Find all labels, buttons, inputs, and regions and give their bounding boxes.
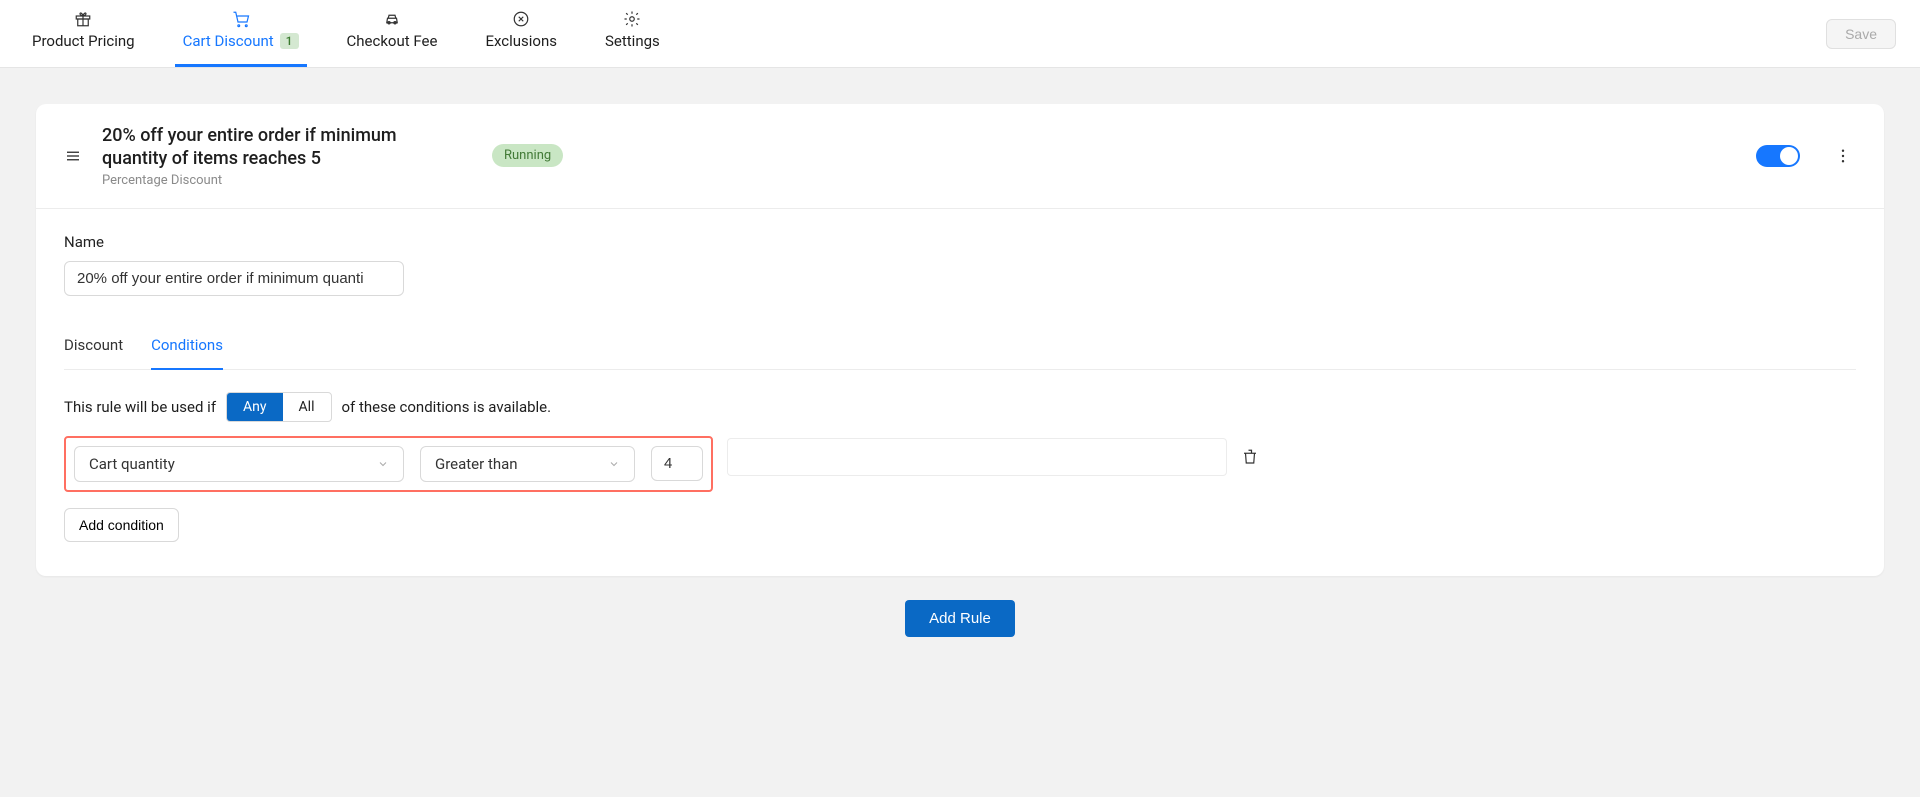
tab-label: Settings bbox=[605, 32, 660, 50]
rule-card: 20% off your entire order if minimum qua… bbox=[36, 104, 1884, 576]
match-mode-segmented: Any All bbox=[226, 392, 331, 422]
match-mode-all[interactable]: All bbox=[283, 393, 331, 421]
condition-operator-value: Greater than bbox=[435, 455, 518, 473]
name-label: Name bbox=[64, 233, 1856, 251]
gear-icon bbox=[623, 10, 641, 28]
rule-enabled-toggle[interactable] bbox=[1756, 145, 1800, 167]
delete-condition-icon[interactable] bbox=[1241, 448, 1259, 466]
tab-label: Cart Discount bbox=[183, 32, 274, 50]
add-condition-button[interactable]: Add condition bbox=[64, 508, 179, 542]
tab-cart-discount[interactable]: Cart Discount 1 bbox=[175, 0, 307, 67]
drag-handle-icon[interactable] bbox=[64, 147, 82, 165]
conditions-suffix-text: of these conditions is available. bbox=[342, 398, 552, 416]
cart-discount-badge: 1 bbox=[280, 33, 299, 49]
save-button[interactable]: Save bbox=[1826, 19, 1896, 49]
condition-type-select[interactable]: Cart quantity bbox=[74, 446, 404, 482]
car-icon bbox=[383, 10, 401, 28]
more-actions-icon[interactable] bbox=[1830, 143, 1856, 169]
tab-checkout-fee[interactable]: Checkout Fee bbox=[339, 0, 446, 67]
rule-inner-tabs: Discount Conditions bbox=[64, 326, 1856, 370]
rule-name-input[interactable] bbox=[64, 261, 404, 296]
conditions-prefix-text: This rule will be used if bbox=[64, 398, 216, 416]
rule-heading: 20% off your entire order if minimum qua… bbox=[102, 124, 442, 188]
gift-icon bbox=[74, 10, 92, 28]
condition-operator-select[interactable]: Greater than bbox=[420, 446, 635, 482]
condition-row: Cart quantity Greater than bbox=[64, 422, 1856, 492]
inner-tab-conditions[interactable]: Conditions bbox=[151, 326, 223, 370]
tab-product-pricing[interactable]: Product Pricing bbox=[24, 0, 143, 67]
condition-highlight-box: Cart quantity Greater than bbox=[64, 436, 713, 492]
chevron-down-icon bbox=[377, 458, 389, 470]
add-rule-button[interactable]: Add Rule bbox=[905, 600, 1015, 637]
status-badge: Running bbox=[492, 144, 563, 167]
condition-value-input[interactable] bbox=[651, 446, 703, 481]
inner-tab-discount[interactable]: Discount bbox=[64, 326, 123, 369]
footer-actions: Add Rule bbox=[36, 576, 1884, 661]
tab-exclusions[interactable]: Exclusions bbox=[477, 0, 565, 67]
main-tabs: Product Pricing Cart Discount 1 Checkout… bbox=[24, 0, 668, 67]
conditions-mode-row: This rule will be used if Any All of the… bbox=[64, 392, 1856, 422]
cart-icon bbox=[232, 10, 250, 28]
top-nav-bar: Product Pricing Cart Discount 1 Checkout… bbox=[0, 0, 1920, 68]
match-mode-any[interactable]: Any bbox=[227, 393, 283, 421]
tab-settings[interactable]: Settings bbox=[597, 0, 668, 67]
rule-title: 20% off your entire order if minimum qua… bbox=[102, 124, 442, 171]
tab-label: Exclusions bbox=[485, 32, 557, 50]
condition-type-value: Cart quantity bbox=[89, 455, 175, 473]
circle-x-icon bbox=[512, 10, 530, 28]
tab-label: Checkout Fee bbox=[347, 32, 438, 50]
chevron-down-icon bbox=[608, 458, 620, 470]
content-area: 20% off your entire order if minimum qua… bbox=[0, 68, 1920, 697]
tab-label: Product Pricing bbox=[32, 32, 135, 50]
rule-card-header: 20% off your entire order if minimum qua… bbox=[36, 104, 1884, 209]
condition-extra-field[interactable] bbox=[727, 438, 1227, 476]
rule-card-body: Name Discount Conditions This rule will … bbox=[36, 209, 1884, 576]
rule-subtitle: Percentage Discount bbox=[102, 173, 442, 188]
